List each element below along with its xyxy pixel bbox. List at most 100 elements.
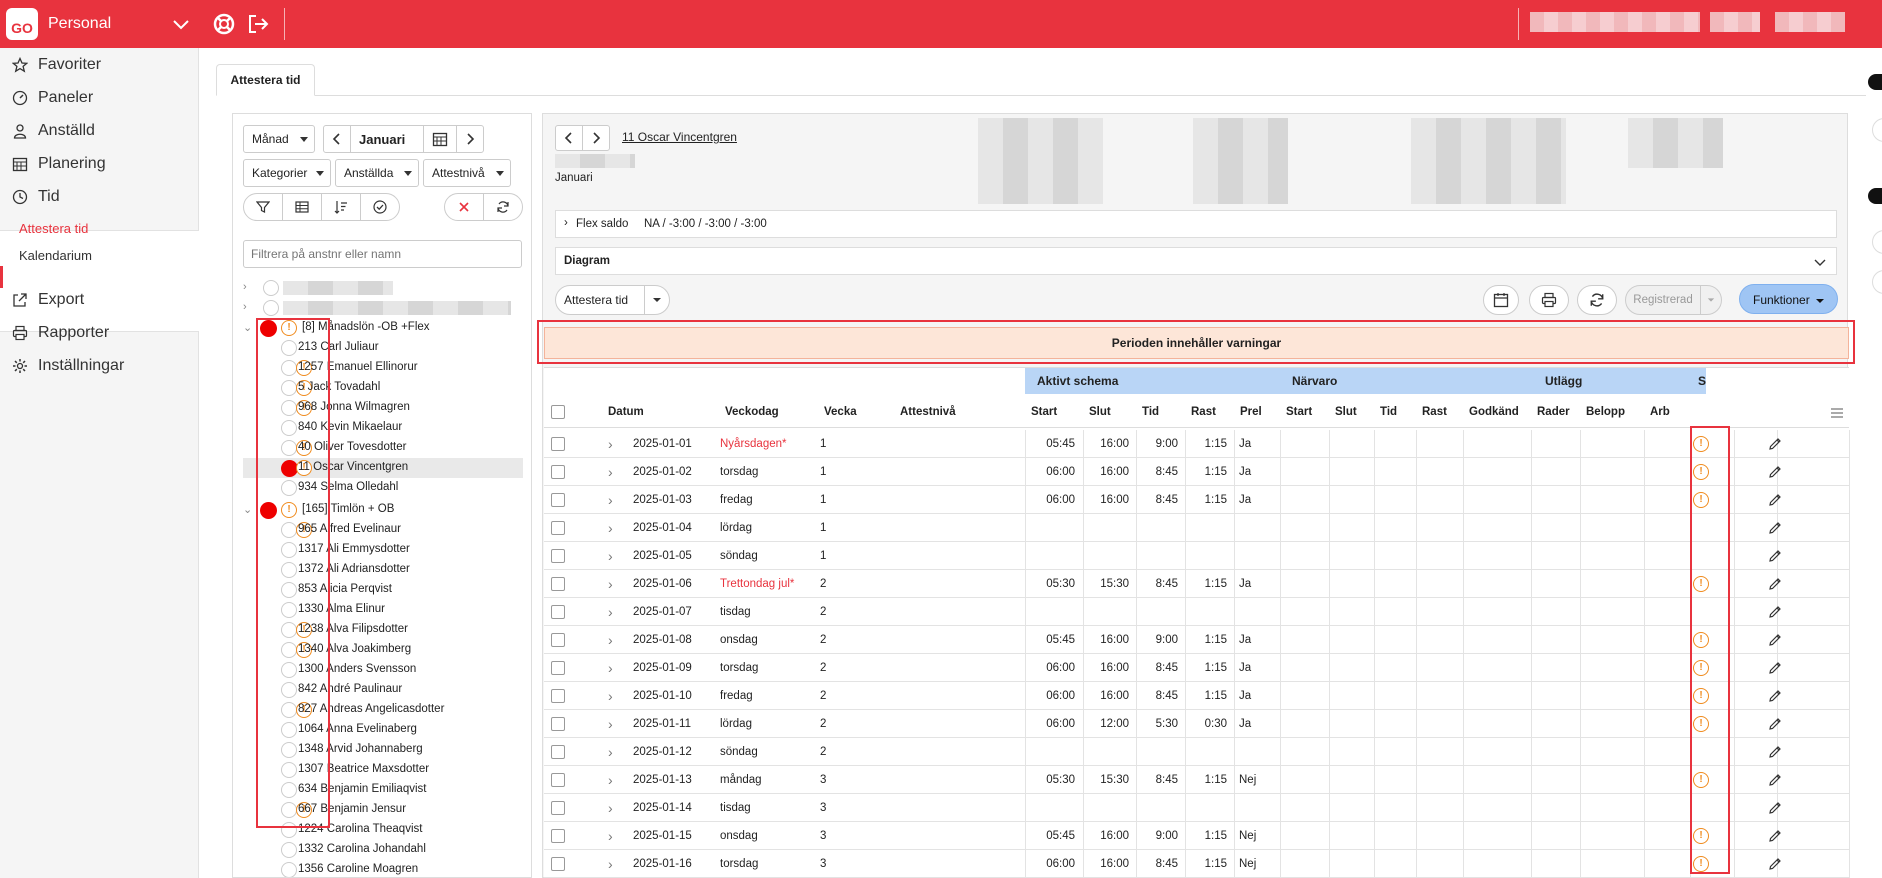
column-header[interactable]: Arb [1650,396,1680,428]
row-checkbox[interactable] [551,745,565,759]
expand-row-icon[interactable]: › [608,458,613,486]
chevron-down-icon[interactable] [170,13,192,35]
edit-pencil-icon[interactable] [1768,773,1782,790]
column-header[interactable]: Attestnivå [900,396,1020,428]
edit-pencil-icon[interactable] [1768,521,1782,538]
tree-employee-row[interactable]: 1332 Carolina Johandahl [243,840,523,860]
nav-sub-kalendarium[interactable]: Kalendarium [19,248,92,263]
select-all-button[interactable] [360,193,400,221]
row-checkbox[interactable] [551,577,565,591]
column-header[interactable]: Godkänd [1469,396,1535,428]
nav-rapporter[interactable]: Rapporter [0,318,199,348]
tree-employee-row[interactable]: 1356 Caroline Moagren [243,860,523,877]
table-row[interactable]: › 2025-01-05 söndag 1 [544,542,1850,570]
nav-tid[interactable]: Tid [0,182,199,212]
table-row[interactable]: › 2025-01-15 onsdag 3 05:45 16:00 9:00 1:15 Nej! [544,822,1850,850]
tree-group-redacted[interactable]: › [243,298,523,318]
expand-row-icon[interactable]: › [608,654,613,682]
registrerad-button[interactable]: Registrerad [1625,285,1701,315]
column-header[interactable]: Tid [1380,396,1418,428]
row-checkbox[interactable] [551,801,565,815]
expand-row-icon[interactable]: › [608,766,613,794]
edit-pencil-icon[interactable] [1768,605,1782,622]
select-all-checkbox[interactable] [551,405,565,419]
edit-pencil-icon[interactable] [1768,493,1782,510]
nav-planering[interactable]: Planering [0,149,199,179]
sort-button[interactable] [321,193,361,221]
column-header[interactable]: Prel [1240,396,1280,428]
table-row[interactable]: › 2025-01-03 fredag 1 06:00 16:00 8:45 1:15 Ja! [544,486,1850,514]
edit-pencil-icon[interactable] [1768,465,1782,482]
column-header[interactable]: Veckodag [725,396,815,428]
column-header[interactable]: Rast [1422,396,1466,428]
refresh-button[interactable] [1577,285,1617,315]
edit-pencil-icon[interactable] [1768,745,1782,762]
expand-row-icon[interactable]: › [608,738,613,766]
edit-pencil-icon[interactable] [1768,633,1782,650]
tab-attestera-tid[interactable]: Attestera tid [216,64,315,96]
edit-pencil-icon[interactable] [1768,577,1782,594]
reload-button[interactable] [483,193,523,221]
expand-row-icon[interactable]: › [608,710,613,738]
support-icon[interactable] [212,12,236,36]
row-checkbox[interactable] [551,521,565,535]
column-header[interactable]: Start [1031,396,1085,428]
side-button[interactable] [1872,230,1882,254]
column-header[interactable]: Tid [1142,396,1188,428]
app-title[interactable]: Personal [48,15,111,33]
edit-pencil-icon[interactable] [1768,437,1782,454]
expand-row-icon[interactable]: › [608,682,613,710]
expand-row-icon[interactable]: › [608,514,613,542]
expand-row-icon[interactable]: › [608,822,613,850]
period-select[interactable]: Månad [243,125,315,153]
notification-badge[interactable] [1868,188,1882,204]
expand-row-icon[interactable]: › [608,486,613,514]
column-header[interactable]: Rader [1537,396,1583,428]
expand-row-icon[interactable]: › [608,794,613,822]
nav-export[interactable]: Export [0,285,199,315]
edit-pencil-icon[interactable] [1768,717,1782,734]
filter-button[interactable] [243,193,283,221]
row-checkbox[interactable] [551,437,565,451]
table-row[interactable]: › 2025-01-01 Nyårsdagen* 1 05:45 16:00 9:00 1:1… [544,430,1850,458]
nav-anstalld[interactable]: Anställd [0,116,199,146]
employee-name-link[interactable]: 11 Oscar Vincentgren [622,130,737,144]
table-row[interactable]: › 2025-01-06 Trettondag jul* 2 05:30 15:30 8:4… [544,570,1850,598]
edit-pencil-icon[interactable] [1768,801,1782,818]
side-button[interactable] [1872,270,1882,294]
edit-pencil-icon[interactable] [1768,549,1782,566]
row-checkbox[interactable] [551,829,565,843]
tree-group-redacted[interactable]: › [243,278,523,298]
calendar-picker-button[interactable] [423,125,457,153]
expand-row-icon[interactable]: › [608,626,613,654]
column-header[interactable]: Start [1286,396,1332,428]
attest-tid-button[interactable]: Attestera tid [555,285,645,315]
row-checkbox[interactable] [551,773,565,787]
row-checkbox[interactable] [551,493,565,507]
table-row[interactable]: › 2025-01-14 tisdag 3 [544,794,1850,822]
table-row[interactable]: › 2025-01-04 lördag 1 [544,514,1850,542]
expand-row-icon[interactable]: › [608,850,613,878]
row-checkbox[interactable] [551,857,565,871]
row-checkbox[interactable] [551,717,565,731]
logout-icon[interactable] [246,12,270,36]
print-button[interactable] [1529,285,1569,315]
edit-pencil-icon[interactable] [1768,857,1782,874]
expand-row-icon[interactable]: › [608,570,613,598]
clear-button[interactable] [444,193,484,221]
column-header[interactable]: Vecka [824,396,884,428]
status-dropdown-button[interactable] [1700,285,1722,315]
employee-search-input[interactable] [243,240,522,268]
edit-pencil-icon[interactable] [1768,661,1782,678]
column-header[interactable]: Belopp [1586,396,1646,428]
nav-installningar[interactable]: Inställningar [0,351,199,381]
table-row[interactable]: › 2025-01-08 onsdag 2 05:45 16:00 9:00 1:15 Ja! [544,626,1850,654]
next-month-button[interactable] [456,125,484,153]
diagram-panel[interactable]: Diagram [555,247,1837,275]
notification-badge[interactable] [1868,74,1882,90]
nav-favoriter[interactable]: Favoriter [0,50,199,80]
row-checkbox[interactable] [551,549,565,563]
nav-sub-attestera-tid[interactable]: Attestera tid [19,221,88,236]
row-checkbox[interactable] [551,661,565,675]
kategorier-dropdown[interactable]: Kategorier [243,159,331,187]
